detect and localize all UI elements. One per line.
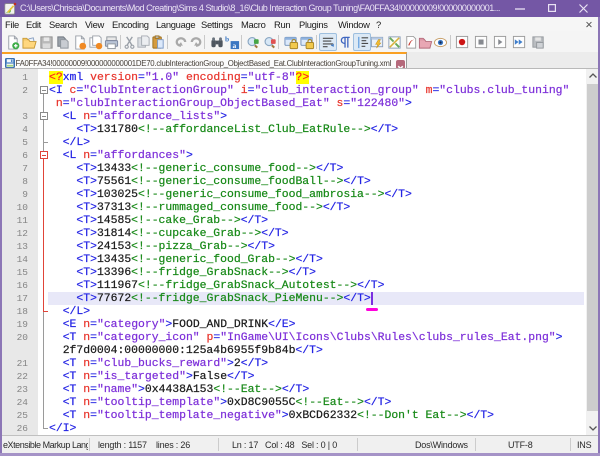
svg-text:a: a bbox=[233, 41, 237, 50]
svg-text:b: b bbox=[225, 35, 229, 44]
